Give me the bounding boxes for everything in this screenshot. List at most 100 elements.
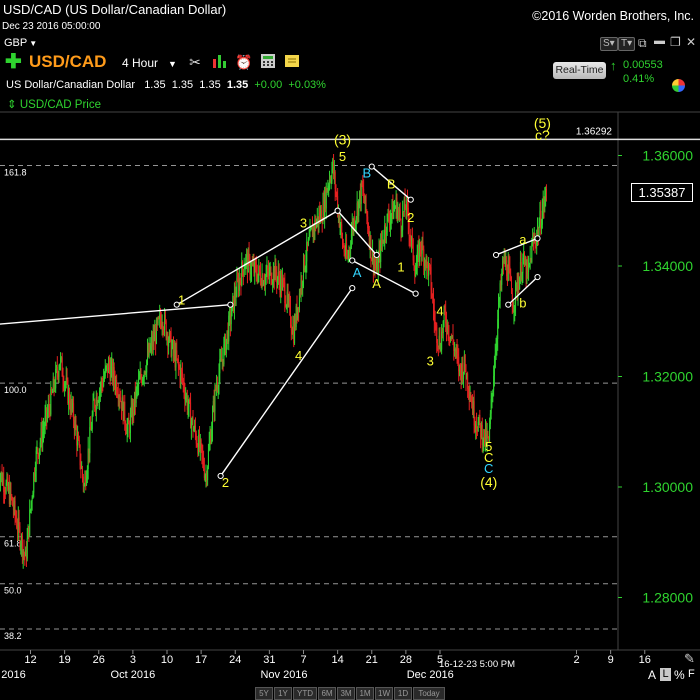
wave-label: B xyxy=(387,177,396,192)
x-tick-label: 14 xyxy=(332,654,344,666)
candle-body xyxy=(308,237,310,240)
candle-body xyxy=(487,434,489,437)
pencil-icon[interactable]: ✎ xyxy=(684,651,695,667)
x-tick-label: 26 xyxy=(93,654,105,666)
scale-auto[interactable]: A xyxy=(648,668,656,682)
fib-level-label: 38.2 xyxy=(4,631,22,641)
trendline xyxy=(176,210,338,306)
y-tick-label: 1.32000 xyxy=(642,369,693,385)
x-tick-label: 19 xyxy=(59,654,71,666)
candles-group xyxy=(0,154,547,569)
trendline-handle xyxy=(505,301,512,308)
x-tick-label: 21 xyxy=(366,654,378,666)
wave-label: 4 xyxy=(436,304,443,319)
x-tick-label: 31 xyxy=(263,654,275,666)
wave-label: (4) xyxy=(480,474,497,490)
candle-body xyxy=(437,342,439,346)
candle-body xyxy=(212,411,213,430)
candle-body xyxy=(89,427,91,454)
range-button-ytd[interactable]: YTD xyxy=(293,687,317,700)
candle-body xyxy=(58,369,60,377)
wave-label: 2 xyxy=(407,210,414,225)
candle-body xyxy=(138,379,140,387)
scale-fixed[interactable]: F xyxy=(688,668,695,680)
x-tick-label: 17 xyxy=(195,654,207,666)
range-button-1d[interactable]: 1D xyxy=(394,687,412,700)
candle-body xyxy=(207,450,209,468)
trendline-handle xyxy=(334,207,341,214)
x-tick-label: 28 xyxy=(400,654,412,666)
candle-body xyxy=(91,414,93,430)
x-tick-label: 24 xyxy=(229,654,241,666)
trendline xyxy=(495,237,538,256)
y-tick-label: 1.28000 xyxy=(642,590,693,606)
scale-log[interactable]: L xyxy=(660,668,671,681)
candle-body xyxy=(493,367,495,377)
wave-label: c? xyxy=(535,127,550,143)
trendline-handle xyxy=(349,285,356,292)
trendline xyxy=(220,287,353,477)
range-button-6m[interactable]: 6M xyxy=(318,687,336,700)
fib-level-label: 161.8 xyxy=(4,167,27,177)
wave-label: 1 xyxy=(397,260,404,275)
candle-body xyxy=(29,509,31,536)
wave-label: 3 xyxy=(300,215,307,230)
range-button-1w[interactable]: 1W xyxy=(375,687,393,700)
wave-label: (3) xyxy=(334,131,351,147)
x-tick-label: 10 xyxy=(161,654,173,666)
range-button-1y[interactable]: 1Y xyxy=(274,687,292,700)
wave-label: B xyxy=(363,166,372,181)
range-button-today[interactable]: Today xyxy=(413,687,445,700)
wave-label: 5 xyxy=(339,149,346,164)
month-label: Oct 2016 xyxy=(111,669,156,681)
trendline-handle xyxy=(492,251,500,259)
fib-level-label: 61.8 xyxy=(4,539,22,549)
range-button-5y[interactable]: 5Y xyxy=(255,687,273,700)
month-label: Dec 2016 xyxy=(407,669,454,681)
candle-body xyxy=(78,439,80,445)
candle-body xyxy=(230,316,232,325)
candle-body xyxy=(370,235,372,259)
trendline-handle xyxy=(534,273,541,281)
y-tick-label: 1.30000 xyxy=(642,479,693,495)
range-button-1m[interactable]: 1M xyxy=(356,687,374,700)
candle-body xyxy=(92,400,94,415)
x-tick-label: 12 xyxy=(24,654,36,666)
trendline-handle xyxy=(349,257,356,264)
candle-body xyxy=(176,350,178,359)
candle-body xyxy=(415,274,417,277)
trendline-handle xyxy=(412,290,419,297)
price-chart[interactable]: 1.36292161.8100.061.850.038.21.260001.28… xyxy=(0,0,700,700)
wave-label: b xyxy=(519,295,526,310)
last-price-box: 1.35387 xyxy=(631,183,693,202)
candle-body xyxy=(365,195,367,211)
trendline xyxy=(0,303,231,325)
y-tick-label: 1.36000 xyxy=(642,148,693,164)
wave-label: 1 xyxy=(178,293,185,308)
trendline-handle xyxy=(227,301,234,308)
trendline-handle xyxy=(534,235,541,242)
wave-label: A xyxy=(353,265,362,280)
wave-label: 4 xyxy=(295,348,302,363)
candle-body xyxy=(531,243,533,263)
fib-level-label: 50.0 xyxy=(4,586,22,596)
y-tick-label: 1.34000 xyxy=(642,258,693,274)
trendline-handle xyxy=(407,196,414,203)
candle-body xyxy=(26,538,28,559)
candle-body xyxy=(479,414,481,424)
candle-body xyxy=(31,498,33,502)
candle-body xyxy=(545,188,547,191)
trendline-handle xyxy=(373,251,380,259)
wave-label: a xyxy=(519,232,527,247)
wave-label: A xyxy=(372,276,381,291)
candle-body xyxy=(243,269,245,276)
month-label: Nov 2016 xyxy=(260,669,307,681)
x-tick-label: 2 xyxy=(573,654,579,666)
wave-label: 3 xyxy=(427,353,434,368)
scale-percent[interactable]: % xyxy=(674,668,685,682)
x-tick-label: 9 xyxy=(608,654,614,666)
range-button-3m[interactable]: 3M xyxy=(337,687,355,700)
x-tick-label: 3 xyxy=(130,654,136,666)
fib-level-label: 100.0 xyxy=(4,385,27,395)
candle-body xyxy=(124,401,126,424)
